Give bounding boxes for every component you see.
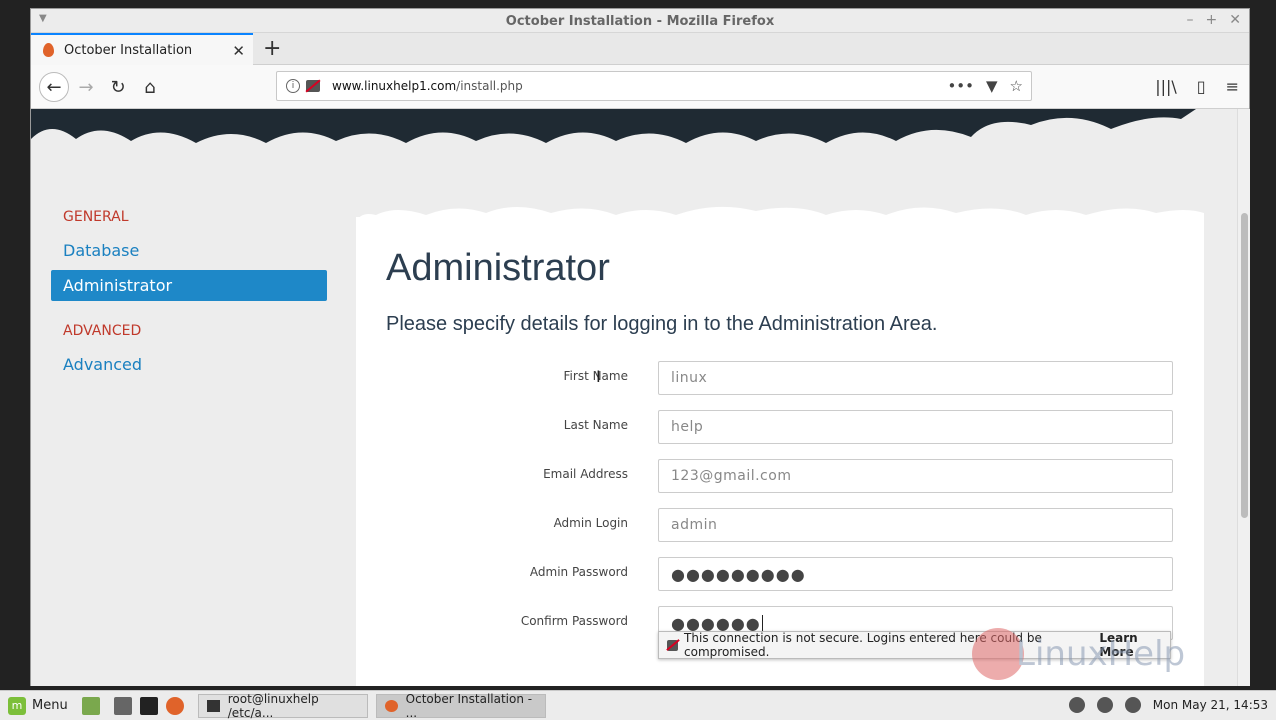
advanced-heading: ADVANCED [63,323,142,339]
admin-password-input[interactable]: ●●●●●●●●● [658,557,1173,591]
admin-form-panel: Administrator Please specify details for… [356,217,1204,686]
back-button[interactable]: ← [39,72,69,102]
address-bar[interactable]: i www.linuxhelp1.com/install.php ••• ▼ ☆ [276,71,1032,101]
sidebar-item-advanced[interactable]: Advanced [51,349,327,380]
admin-login-input[interactable]: admin [658,508,1173,542]
url-text[interactable]: www.linuxhelp1.com/install.php [332,79,523,93]
browser-tools: |||\ ▯ ≡ [1155,77,1239,96]
title-bar: ▼ October Installation - Mozilla Firefox… [31,9,1249,33]
page-subtitle: Please specify details for logging in to… [386,313,938,335]
new-tab-button[interactable]: + [263,36,281,61]
library-icon[interactable]: |||\ [1155,77,1177,96]
admin-login-row: Admin Login admin [356,508,1204,542]
window-title: October Installation - Mozilla Firefox [505,14,775,29]
page-title: Administrator [386,247,610,289]
task-terminal[interactable]: root@linuxhelp /etc/a... [197,691,368,720]
sidebar-item-database[interactable]: Database [51,235,327,266]
terminal-icon [206,699,220,712]
sidebar-icon[interactable]: ▯ [1197,77,1206,96]
info-icon[interactable]: i [286,79,300,93]
network-icon[interactable] [1096,697,1113,713]
clock[interactable]: Mon May 21, 14:53 [1153,698,1268,712]
pocket-icon[interactable]: ▼ [986,77,998,95]
start-menu-button[interactable]: m Menu [8,696,68,715]
page-actions-menu-icon[interactable]: ••• [947,77,974,95]
task-terminal-label: root@linuxhelp /etc/a... [227,691,319,720]
insecure-lock-icon [667,639,679,651]
last-name-label: Last Name [563,418,628,432]
page-content: GENERAL Database Administrator ADVANCED … [31,109,1237,686]
email-label: Email Address [543,467,628,481]
volume-icon[interactable] [1124,697,1141,713]
terminal-launcher-icon[interactable] [139,696,158,715]
tab-october-installation[interactable]: October Installation ✕ [31,33,253,65]
email-input[interactable]: 123@gmail.com [658,459,1173,493]
mint-logo-icon: m [8,696,26,715]
url-domain: www.linuxhelp1.com [332,79,457,93]
close-tab-icon[interactable]: ✕ [232,42,245,60]
tab-label: October Installation [64,42,193,58]
last-name-input[interactable]: help [658,410,1173,444]
browser-window: ▼ October Installation - Mozilla Firefox… [30,8,1250,686]
scrollbar-thumb[interactable] [1241,213,1248,518]
first-name-input[interactable]: linux [658,361,1173,395]
admin-password-row: Admin Password ●●●●●●●●● [356,557,1204,591]
cloud-border-decoration [31,109,1237,169]
reload-button[interactable]: ↻ [103,72,133,102]
maximize-button[interactable]: + [1206,12,1218,28]
minimize-button[interactable]: – [1187,12,1194,28]
hamburger-menu-icon[interactable]: ≡ [1226,77,1239,96]
page-scrollbar[interactable] [1237,109,1250,686]
admin-login-label: Admin Login [553,516,628,530]
first-name-row: First Name linux [356,361,1204,395]
admin-password-label: Admin Password [529,565,628,579]
shield-icon[interactable] [1068,697,1085,713]
firefox-icon [384,699,398,712]
navigation-toolbar: ← → ↻ ⌂ i www.linuxhelp1.com/install.php… [31,65,1249,109]
text-cursor-icon: I [596,367,601,386]
confirm-password-label: Confirm Password [520,614,628,628]
page-actions: ••• ▼ ☆ [947,77,1023,95]
task-firefox-label: October Installation - ... [405,691,533,720]
october-favicon-icon [43,43,54,57]
forward-button[interactable]: → [71,72,101,102]
task-firefox[interactable]: October Installation - ... [375,691,546,720]
system-tray: Mon May 21, 14:53 [1068,697,1268,713]
menu-label: Menu [32,698,68,713]
close-window-button[interactable]: ✕ [1229,12,1241,28]
url-path: /install.php [456,79,523,93]
show-desktop-icon[interactable] [81,696,100,715]
window-controls: – + ✕ [1187,12,1241,28]
tab-strip: October Installation ✕ + [31,33,1249,65]
firefox-launcher-icon[interactable] [165,696,184,715]
last-name-row: Last Name help [356,410,1204,444]
home-button[interactable]: ⌂ [135,72,165,102]
linuxhelp-watermark: LinuxHelp [972,628,1185,680]
email-row: Email Address 123@gmail.com [356,459,1204,493]
sidebar-item-administrator[interactable]: Administrator [51,270,327,301]
text-caret [761,614,763,632]
watermark-text: LinuxHelp [1016,634,1186,674]
general-heading: GENERAL [63,209,129,225]
desktop: ▼ October Installation - Mozilla Firefox… [0,0,1276,720]
confirm-password-value: ●●●●●● [671,613,761,633]
bookmark-star-icon[interactable]: ☆ [1010,77,1023,95]
install-sidebar: GENERAL Database Administrator ADVANCED … [51,209,327,384]
taskbar: m Menu root@linuxhelp /etc/a... October … [0,690,1276,720]
file-manager-icon[interactable] [113,696,132,715]
insecure-lock-icon[interactable] [306,80,320,92]
